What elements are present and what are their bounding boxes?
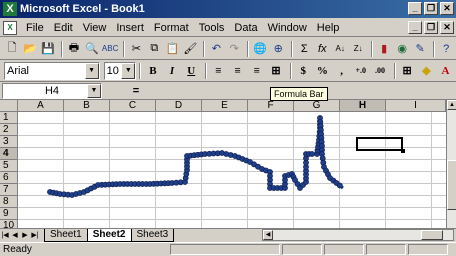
standard-toolbar: 🗋 📂 💾 🖶 🔍 ABC ✂ ⧉ 📋 🖌 ↶ ↷ 🌐 ⊕ Σ fx A↓ Z↓…: [0, 38, 456, 60]
increase-decimal-icon[interactable]: +.0: [352, 62, 369, 80]
copy-icon[interactable]: ⧉: [146, 40, 162, 58]
horizontal-scrollbar[interactable]: ◀: [262, 229, 454, 241]
formatting-toolbar: Arial ▼ 10 ▼ B I U ≡ ≡ ≡ ⊞ $ % , +.0 .00…: [0, 60, 456, 82]
tab-sheet2[interactable]: Sheet2: [86, 229, 132, 242]
window-title: Microsoft Excel - Book1: [20, 3, 145, 15]
scroll-up-icon[interactable]: ▲: [447, 100, 456, 110]
drawing-icon[interactable]: ✎: [412, 40, 428, 58]
tab-sheet3[interactable]: Sheet3: [130, 229, 175, 242]
font-color-icon[interactable]: A: [437, 62, 454, 80]
redo-icon[interactable]: ↷: [226, 40, 242, 58]
paste-icon[interactable]: 📋: [164, 40, 180, 58]
freeform-drawing[interactable]: [0, 100, 446, 228]
menu-tools[interactable]: Tools: [194, 22, 230, 34]
chevron-down-icon[interactable]: ▼: [87, 83, 101, 98]
font-size-combo[interactable]: 10 ▼: [103, 61, 137, 80]
title-bar: X Microsoft Excel - Book1 _ ❐ ✕: [0, 0, 456, 18]
doc-close-button[interactable]: ✕: [440, 21, 454, 34]
close-button[interactable]: ✕: [440, 2, 454, 15]
fill-color-icon[interactable]: ◈: [418, 62, 435, 80]
web-toolbar-icon[interactable]: ⊕: [270, 40, 286, 58]
last-sheet-icon[interactable]: ▶|: [30, 230, 40, 242]
save-icon[interactable]: 💾: [40, 40, 56, 58]
menu-bar: X File Edit View Insert Format Tools Dat…: [0, 19, 456, 37]
first-sheet-icon[interactable]: |◀: [0, 230, 10, 242]
excel-app-icon: X: [3, 2, 17, 16]
status-bar: Ready: [0, 242, 456, 256]
chevron-down-icon[interactable]: ▼: [84, 62, 99, 79]
doc-minimize-button[interactable]: _: [408, 21, 422, 34]
font-name-value: Arial: [7, 64, 30, 77]
next-sheet-icon[interactable]: ▶: [20, 230, 30, 242]
menu-window[interactable]: Window: [263, 22, 312, 34]
function-icon[interactable]: fx: [314, 40, 330, 58]
chart-wizard-icon[interactable]: ▮: [376, 40, 392, 58]
restore-button[interactable]: ❐: [424, 2, 438, 15]
bold-button[interactable]: B: [144, 62, 161, 80]
map-icon[interactable]: ◉: [394, 40, 410, 58]
underline-button[interactable]: U: [183, 62, 200, 80]
chevron-down-icon[interactable]: ▼: [121, 62, 136, 79]
doc-restore-button[interactable]: ❐: [424, 21, 438, 34]
worksheet-grid[interactable]: ABCDEFGHI 1 2 3 4 5 6 7 8 9 10: [0, 100, 446, 228]
percent-icon[interactable]: %: [314, 62, 331, 80]
menu-format[interactable]: Format: [149, 22, 194, 34]
status-panel: [170, 244, 280, 255]
active-cell-h4[interactable]: [356, 137, 405, 153]
drawing-dot: [309, 151, 315, 157]
font-size-value: 10: [106, 64, 119, 77]
status-text: Ready: [3, 244, 32, 255]
currency-icon[interactable]: $: [295, 62, 312, 80]
workbook-icon[interactable]: X: [3, 20, 17, 35]
comma-icon[interactable]: ,: [333, 62, 350, 80]
fill-handle[interactable]: [401, 149, 405, 153]
open-folder-icon[interactable]: 📂: [22, 40, 38, 58]
menu-insert[interactable]: Insert: [111, 22, 149, 34]
name-box-value: H4: [44, 84, 60, 97]
scroll-left-icon[interactable]: ◀: [263, 230, 273, 240]
italic-button[interactable]: I: [163, 62, 180, 80]
minimize-button[interactable]: _: [408, 2, 422, 15]
autosum-icon[interactable]: Σ: [296, 40, 312, 58]
print-icon[interactable]: 🖶: [66, 40, 82, 58]
borders-icon[interactable]: ⊞: [399, 62, 416, 80]
undo-icon[interactable]: ↶: [208, 40, 224, 58]
sort-ascending-icon[interactable]: A↓: [332, 40, 348, 58]
formula-bar-tooltip: Formula Bar: [270, 87, 328, 101]
prev-sheet-icon[interactable]: ◀: [10, 230, 20, 242]
formula-bar: H4 ▼ =: [0, 82, 456, 100]
new-file-icon[interactable]: 🗋: [4, 40, 20, 58]
vertical-scrollbar[interactable]: ▲: [446, 100, 456, 228]
print-preview-icon[interactable]: 🔍: [84, 40, 100, 58]
hyperlink-icon[interactable]: 🌐: [252, 40, 268, 58]
cut-icon[interactable]: ✂: [128, 40, 144, 58]
edit-formula-button[interactable]: =: [124, 85, 148, 97]
align-center-icon[interactable]: ≡: [229, 62, 246, 80]
menu-data[interactable]: Data: [229, 22, 262, 34]
status-panel: [366, 244, 406, 255]
tab-sheet1[interactable]: Sheet1: [44, 229, 88, 242]
menu-edit[interactable]: Edit: [49, 22, 78, 34]
decrease-decimal-icon[interactable]: .00: [371, 62, 388, 80]
menu-view[interactable]: View: [78, 22, 112, 34]
drawing-dot: [336, 182, 343, 189]
menu-file[interactable]: File: [21, 22, 49, 34]
merge-center-icon[interactable]: ⊞: [267, 62, 284, 80]
sort-descending-icon[interactable]: Z↓: [350, 40, 366, 58]
spell-check-icon[interactable]: ABC: [102, 40, 118, 58]
vertical-scroll-thumb[interactable]: [447, 160, 456, 210]
align-left-icon[interactable]: ≡: [210, 62, 227, 80]
format-painter-icon[interactable]: 🖌: [182, 40, 198, 58]
menu-help[interactable]: Help: [312, 22, 345, 34]
status-panel: [282, 244, 322, 255]
status-panel: [408, 244, 448, 255]
name-box[interactable]: H4 ▼: [2, 82, 102, 99]
font-name-combo[interactable]: Arial ▼: [4, 61, 100, 80]
help-icon[interactable]: ?: [438, 40, 454, 58]
align-right-icon[interactable]: ≡: [248, 62, 265, 80]
status-panel: [324, 244, 364, 255]
horizontal-scroll-thumb[interactable]: [421, 230, 443, 240]
